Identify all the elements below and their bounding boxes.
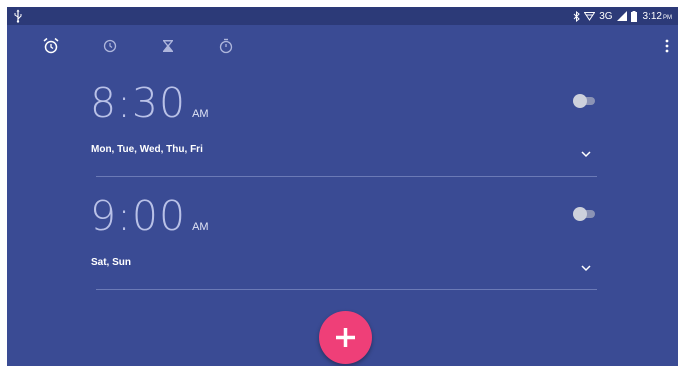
status-time: 3:12PM: [642, 10, 672, 22]
wifi-icon: [584, 12, 596, 21]
overflow-menu-icon[interactable]: [662, 37, 672, 55]
chevron-down-icon[interactable]: [580, 263, 592, 273]
add-alarm-button[interactable]: [319, 311, 372, 364]
bluetooth-icon: [573, 10, 580, 22]
plus-icon: [336, 328, 355, 347]
alarm-time[interactable]: 9:00 AM: [90, 192, 209, 240]
clock-app-screen: 3G 3:12PM 8:30 AM Mon, Tue, Wed, Thu, Fr…: [7, 7, 678, 366]
network-type: 3G: [599, 10, 613, 22]
chevron-down-icon[interactable]: [580, 149, 592, 159]
alarm-toggle[interactable]: [573, 94, 597, 108]
alarm-time[interactable]: 8:30 AM: [90, 79, 209, 127]
toggle-thumb: [573, 94, 587, 108]
status-bar: 3G 3:12PM: [7, 7, 678, 25]
tab-bar: [7, 33, 678, 59]
toggle-thumb: [573, 207, 587, 221]
divider: [96, 176, 597, 177]
clock-icon[interactable]: [100, 36, 120, 56]
alarm-days: Mon, Tue, Wed, Thu, Fri: [91, 144, 203, 155]
hourglass-icon[interactable]: [158, 36, 178, 56]
alarm-clock-icon[interactable]: [41, 36, 61, 56]
alarm-days: Sat, Sun: [91, 257, 132, 268]
status-icons: 3G 3:12PM: [573, 9, 672, 23]
usb-icon: [14, 9, 22, 23]
signal-icon: [616, 11, 627, 21]
alarm-toggle[interactable]: [573, 207, 597, 221]
divider: [96, 289, 597, 290]
battery-icon: [630, 10, 637, 22]
stopwatch-icon[interactable]: [216, 36, 236, 56]
